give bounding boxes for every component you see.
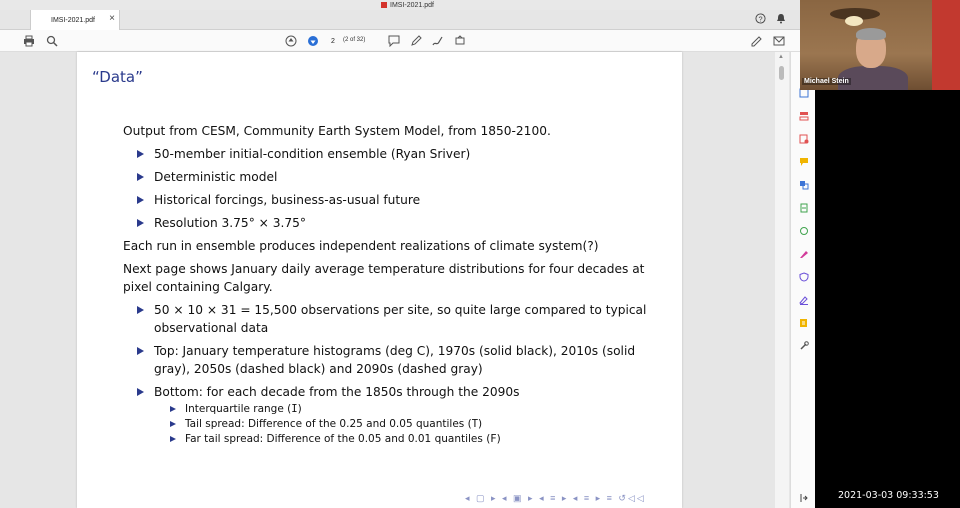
fill-sign-icon[interactable] — [798, 248, 809, 259]
compress-icon[interactable] — [798, 202, 809, 213]
intro-text: Output from CESM, Community Earth System… — [123, 124, 551, 138]
sub-list-item: Far tail spread: Difference of the 0.05 … — [154, 432, 663, 447]
sub-item-text: Far tail spread: Difference of the 0.05 … — [185, 433, 491, 445]
title-bar: IMSI-2021.pdf — [0, 0, 815, 10]
window-title: IMSI-2021.pdf — [390, 1, 434, 9]
tab-bar: IMSI-2021.pdf × ? — [0, 10, 815, 30]
help-icon[interactable]: ? — [755, 13, 766, 27]
scan-icon[interactable] — [798, 225, 809, 236]
protect-icon[interactable] — [798, 271, 809, 282]
sign-icon[interactable] — [750, 34, 764, 48]
collapse-pane-icon[interactable] — [798, 492, 809, 503]
participant-name: Michael Stein — [802, 78, 851, 85]
sub-item-end: ) — [478, 418, 483, 430]
page-count: (2 of 32) — [343, 37, 366, 43]
tools-pane — [790, 52, 815, 508]
paragraph: Next page shows January daily average te… — [123, 262, 645, 294]
sub-list: Interquartile range (I) Tail spread: Dif… — [154, 402, 663, 447]
print-icon[interactable] — [22, 34, 36, 48]
close-icon[interactable]: × — [109, 14, 115, 24]
slide-title: “Data” — [92, 68, 143, 86]
search-icon[interactable] — [45, 34, 59, 48]
sub-list-item: Interquartile range (I) — [154, 402, 663, 417]
list-item-text: Bottom: for each decade from the 1850s t… — [154, 385, 520, 399]
draw-icon[interactable] — [431, 34, 445, 48]
participant-hair — [856, 28, 886, 40]
scrollbar[interactable]: ▲ — [775, 52, 789, 508]
sub-list-item: Tail spread: Difference of the 0.25 and … — [154, 417, 663, 432]
sub-item-end: ) — [496, 433, 501, 445]
comment-tool-icon[interactable] — [798, 156, 809, 167]
video-thumbnail[interactable]: Michael Stein — [800, 0, 960, 90]
pen-icon[interactable] — [409, 34, 423, 48]
beamer-navigation[interactable]: ◂ ▢ ▸ ◂ ▣ ▸ ◂ ≡ ▸ ◂ ≡ ▸ ≡ ↺◁◁ — [465, 493, 646, 504]
organize-pages-icon[interactable] — [798, 110, 809, 121]
page-up-icon[interactable] — [284, 34, 298, 48]
email-icon[interactable] — [772, 34, 786, 48]
page-number-input[interactable] — [325, 35, 341, 47]
more-tools-icon[interactable] — [798, 340, 809, 351]
bell-icon[interactable] — [776, 13, 786, 27]
list-item: Historical forcings, business-as-usual f… — [123, 191, 663, 209]
scroll-up-icon[interactable]: ▲ — [778, 54, 784, 60]
sub-item-text: Interquartile range ( — [185, 403, 292, 415]
combine-files-icon[interactable] — [798, 179, 809, 190]
signature-icon[interactable] — [798, 294, 809, 305]
pdf-file-icon — [381, 2, 388, 8]
comment-icon[interactable] — [387, 34, 401, 48]
list-item: 50-member initial-condition ensemble (Ry… — [123, 145, 663, 163]
pdf-viewer-app: IMSI-2021.pdf IMSI-2021.pdf × ? (2 of 32… — [0, 0, 815, 508]
list-item: Deterministic model — [123, 168, 663, 186]
list-item: Resolution 3.75° × 3.75° — [123, 214, 663, 232]
pdf-page: “Data” Output from CESM, Community Earth… — [77, 52, 682, 508]
fan-light — [845, 16, 863, 26]
tab-label: IMSI-2021.pdf — [51, 16, 95, 24]
list-item: Top: January temperature histograms (deg… — [123, 342, 663, 378]
create-pdf-icon[interactable] — [798, 133, 809, 144]
page-down-icon[interactable] — [306, 34, 320, 48]
tab-document[interactable]: IMSI-2021.pdf × — [30, 10, 120, 30]
paragraph: Each run in ensemble produces independen… — [123, 239, 599, 253]
sub-item-text: Tail spread: Difference of the 0.25 and … — [185, 418, 472, 430]
toolbar: (2 of 32) — [0, 30, 815, 52]
edit-pdf-icon[interactable] — [798, 317, 809, 328]
document-viewer[interactable]: “Data” Output from CESM, Community Earth… — [0, 52, 790, 508]
slide-content: Output from CESM, Community Earth System… — [123, 122, 663, 447]
sub-item-end: ) — [297, 403, 302, 415]
list-item: Bottom: for each decade from the 1850s t… — [123, 383, 663, 447]
scroll-thumb[interactable] — [779, 66, 784, 80]
svg-text:?: ? — [758, 14, 762, 23]
clock-timestamp: 2021-03-03 09:33:53 — [838, 490, 939, 501]
list-item: 50 × 10 × 31 = 15,500 observations per s… — [123, 301, 663, 337]
stamp-icon[interactable] — [453, 34, 467, 48]
video-door — [932, 0, 960, 90]
